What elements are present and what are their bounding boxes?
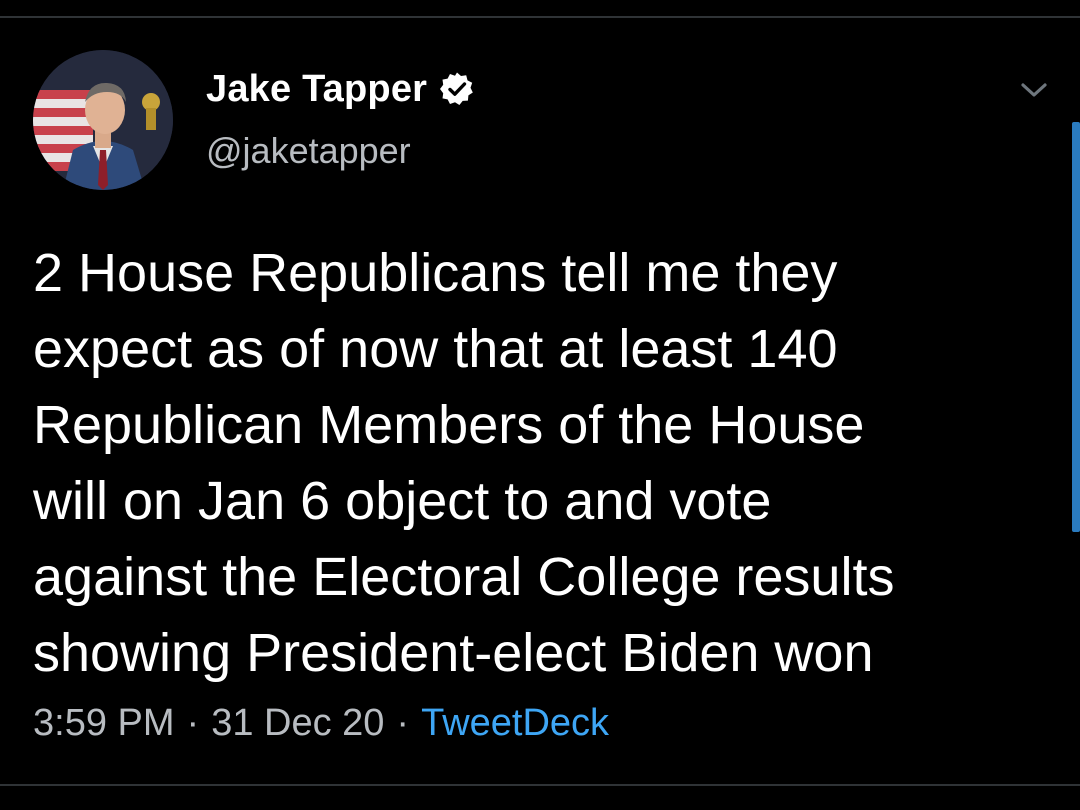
- scrollbar[interactable]: [1072, 122, 1080, 532]
- meta-separator: ·: [396, 702, 410, 744]
- meta-separator: ·: [186, 702, 200, 744]
- tweet: Jake Tapper @jaketapper 2 House Republic…: [0, 0, 1080, 810]
- avatar[interactable]: [33, 50, 173, 190]
- name-row: Jake Tapper: [206, 66, 475, 112]
- avatar-image: [33, 50, 173, 190]
- handle[interactable]: @jaketapper: [206, 130, 475, 172]
- verified-badge-icon: [439, 71, 475, 107]
- display-name[interactable]: Jake Tapper: [206, 68, 427, 111]
- tweet-meta: 3:59 PM · 31 Dec 20 · TweetDeck: [33, 702, 609, 745]
- tweet-text: 2 House Republicans tell me they expect …: [33, 243, 895, 683]
- tweet-source-link[interactable]: TweetDeck: [421, 702, 609, 744]
- chevron-down-icon[interactable]: [1016, 76, 1052, 104]
- author-info: Jake Tapper @jaketapper: [206, 66, 475, 172]
- tweet-time[interactable]: 3:59 PM: [33, 702, 175, 744]
- tweet-date[interactable]: 31 Dec 20: [211, 702, 384, 744]
- bottom-divider: [0, 784, 1080, 786]
